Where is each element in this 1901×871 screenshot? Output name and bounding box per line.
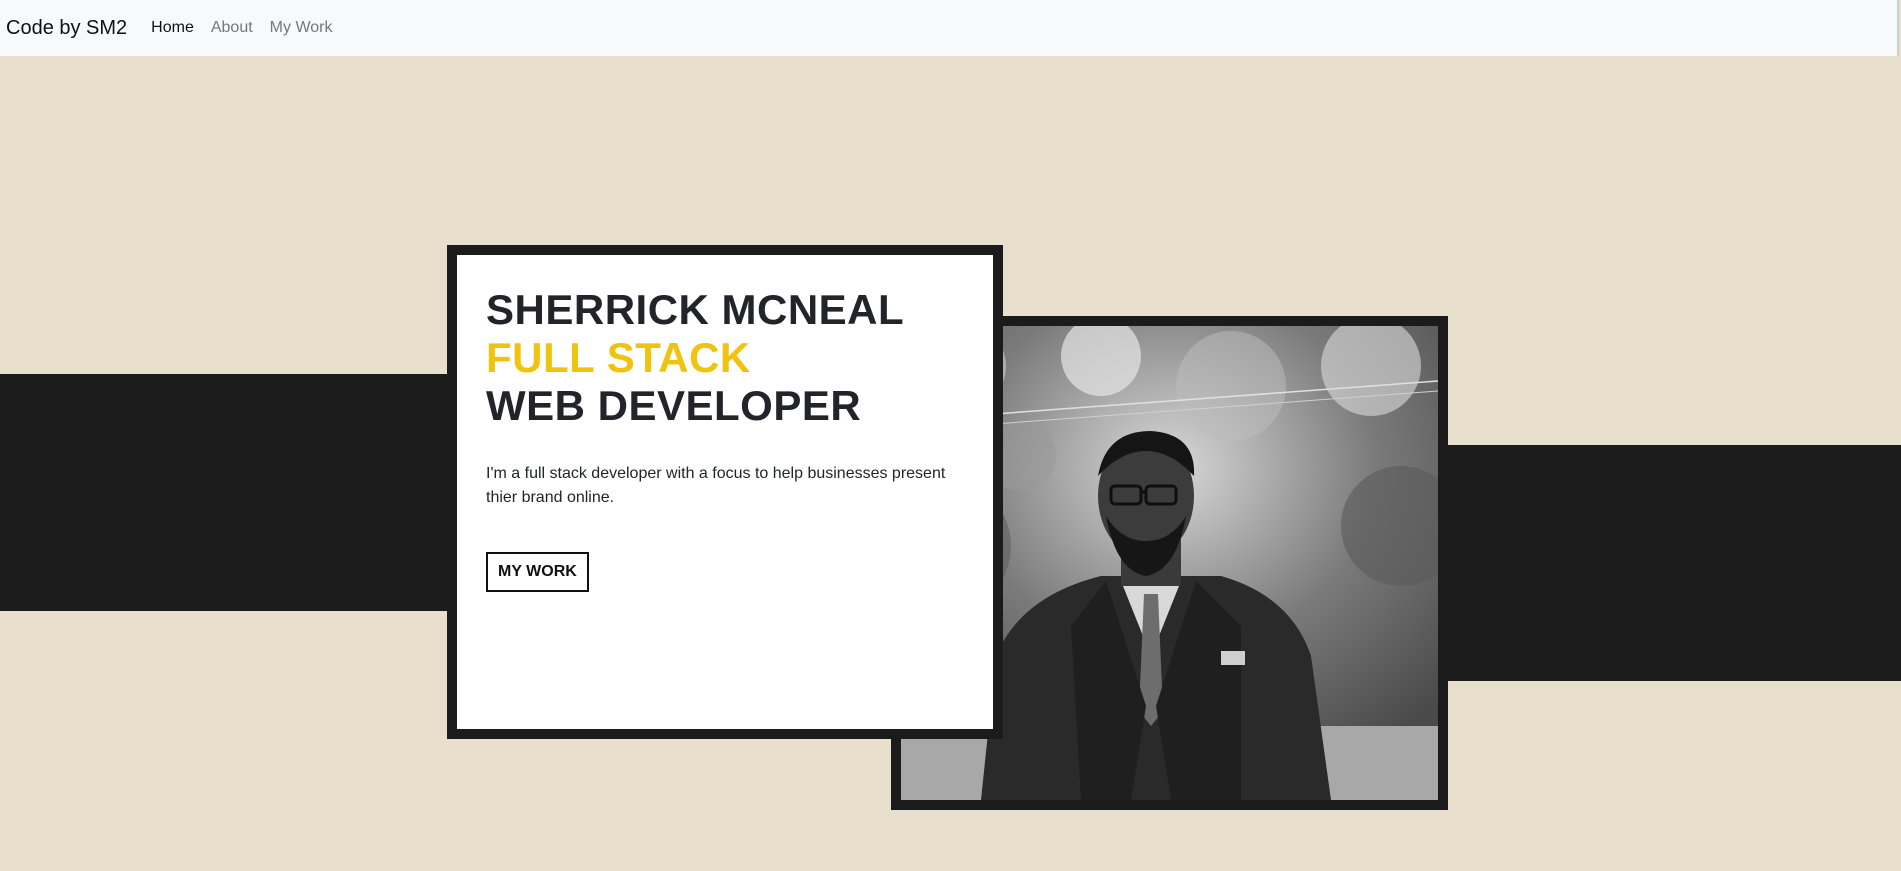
hero-role-accent: FULL STACK <box>486 334 751 381</box>
hero-role: WEB DEVELOPER <box>486 382 862 429</box>
decorative-band-right <box>1440 445 1901 681</box>
hero-name: SHERRICK MCNEAL <box>486 286 905 333</box>
navbar: Code by SM2 Home About My Work <box>0 0 1899 56</box>
hero-card-content: SHERRICK MCNEAL FULL STACK WEB DEVELOPER… <box>457 255 993 729</box>
brand-logo[interactable]: Code by SM2 <box>6 17 127 40</box>
hero-headline: SHERRICK MCNEAL FULL STACK WEB DEVELOPER <box>486 286 964 430</box>
nav-link-about[interactable]: About <box>211 19 253 37</box>
nav-link-home[interactable]: Home <box>151 19 194 37</box>
nav-link-my-work[interactable]: My Work <box>270 19 333 37</box>
hero-intro: I'm a full stack developer with a focus … <box>486 465 946 506</box>
decorative-band-left <box>0 374 460 611</box>
hero-card: SHERRICK MCNEAL FULL STACK WEB DEVELOPER… <box>447 245 1003 739</box>
my-work-button[interactable]: MY WORK <box>486 552 589 592</box>
